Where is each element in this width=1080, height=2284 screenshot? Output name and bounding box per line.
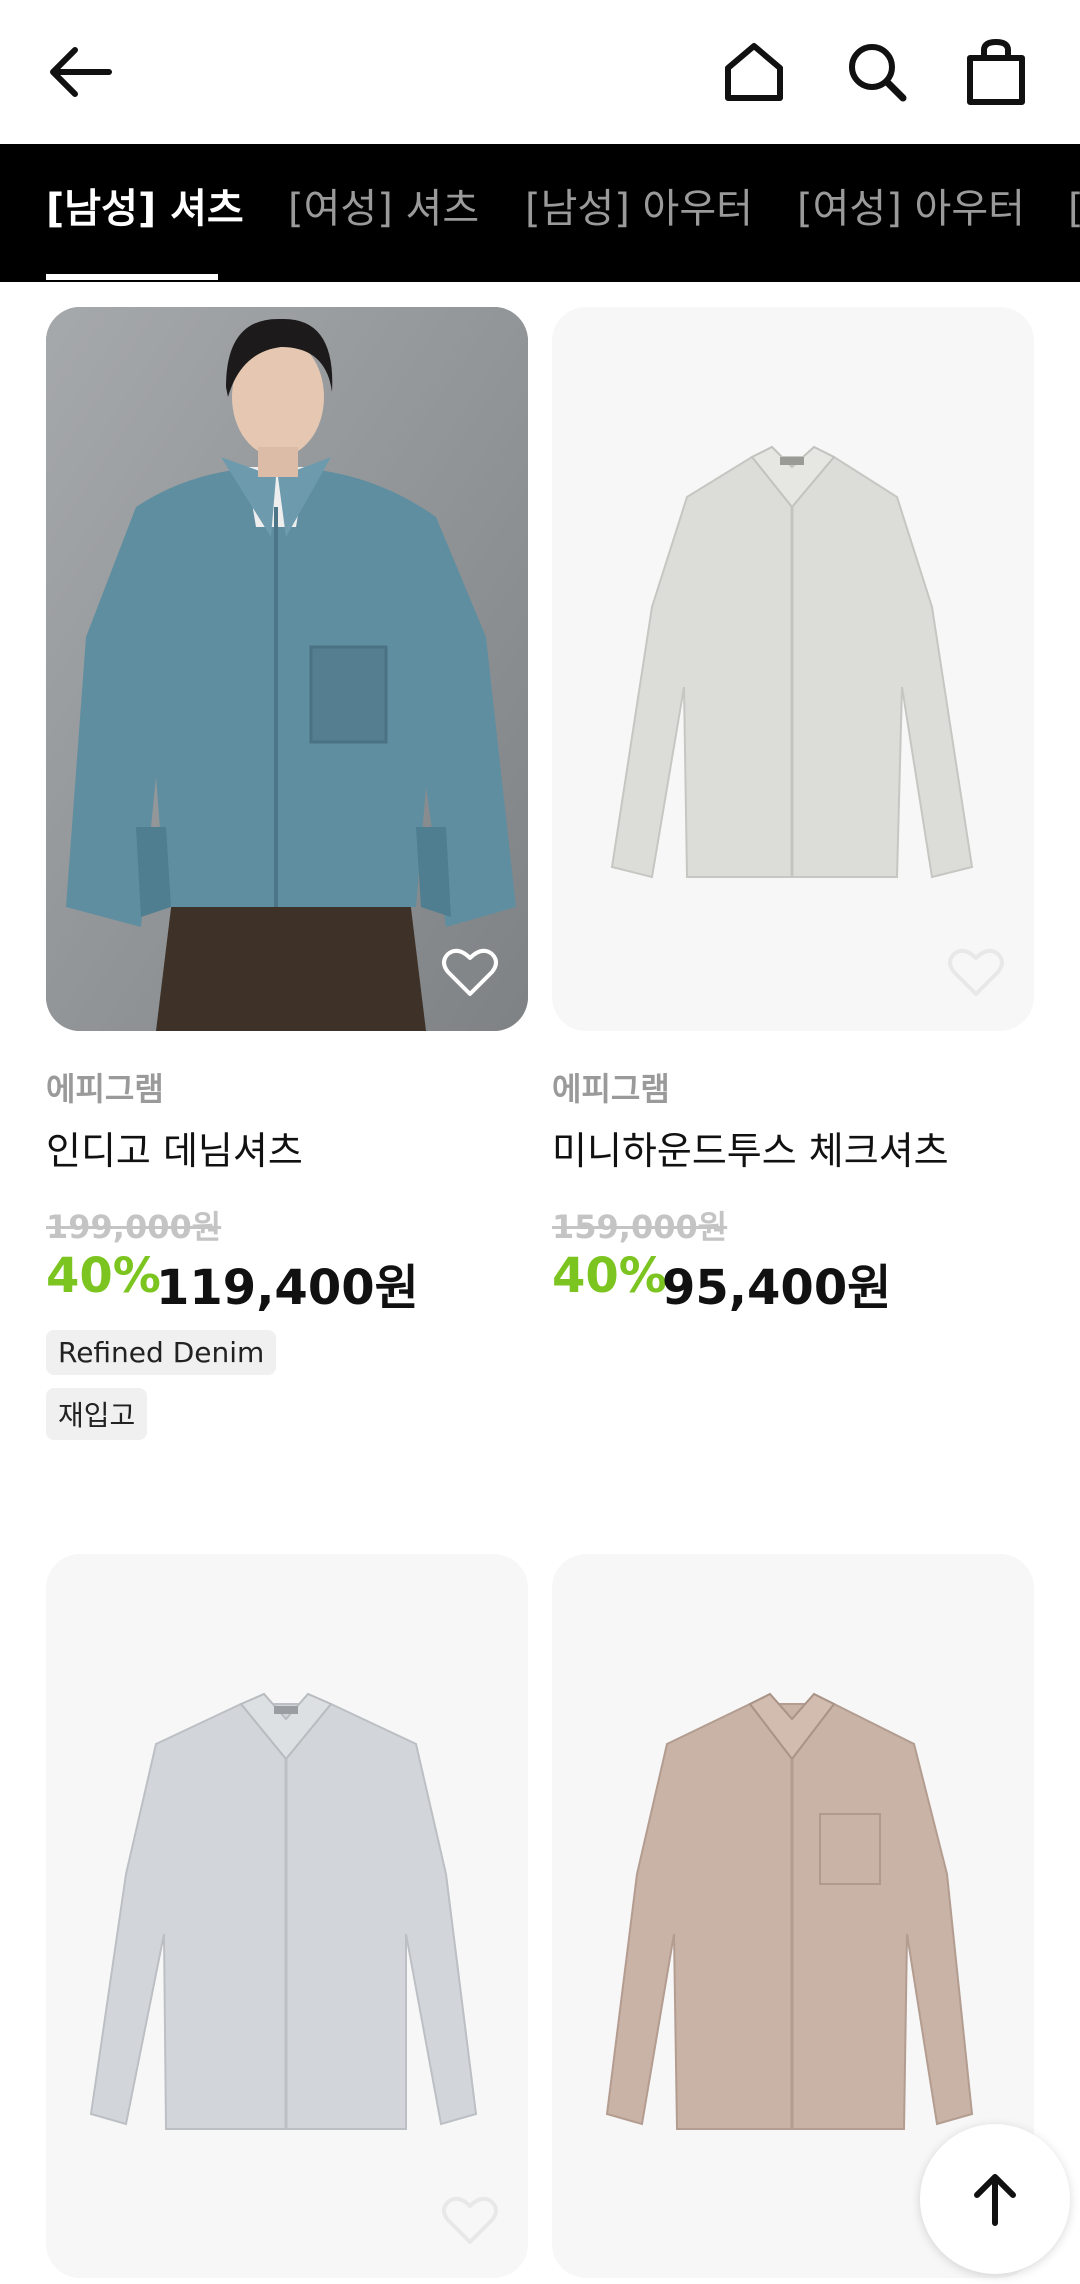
shopping-bag-icon xyxy=(967,38,1025,105)
category-tabs: [남성] 셔츠 [여성] 셔츠 [남성] 아우터 [여성] 아우터 [ xyxy=(0,144,1080,282)
original-price: 199,000원 xyxy=(46,1208,222,1246)
blue-grey-shirt-photo xyxy=(89,1692,478,2130)
product-brand: 에피그램 xyxy=(552,1070,670,1108)
wishlist-heart-icon[interactable] xyxy=(440,2190,500,2250)
wishlist-heart-icon[interactable] xyxy=(440,942,500,1002)
original-price: 159,000원 xyxy=(552,1208,728,1246)
arrow-up-icon xyxy=(974,2174,1016,2226)
discount-rate: 40% xyxy=(46,1248,161,1304)
product-tag: 재입고 xyxy=(46,1388,148,1440)
sale-price: 95,400원 xyxy=(662,1260,892,1316)
top-bar xyxy=(0,0,1080,144)
product-image[interactable] xyxy=(46,1554,528,2278)
home-icon xyxy=(725,43,783,101)
product-image[interactable] xyxy=(552,307,1034,1031)
product-brand: 에피그램 xyxy=(46,1070,164,1108)
product-name[interactable]: 인디고 데님셔츠 xyxy=(46,1120,303,1175)
back-button[interactable] xyxy=(40,32,120,112)
tab-next-partial[interactable]: [ xyxy=(1068,144,1080,282)
product-image[interactable] xyxy=(46,307,528,1031)
tab-women-shirts[interactable]: [여성] 셔츠 xyxy=(288,144,479,282)
product-name[interactable]: 미니하운드투스 체크셔츠 xyxy=(552,1120,949,1175)
discount-rate: 40% xyxy=(552,1248,667,1304)
search-icon xyxy=(849,44,907,102)
wishlist-heart-icon[interactable] xyxy=(946,942,1006,1002)
sale-price: 119,400원 xyxy=(156,1260,419,1316)
tab-men-shirts[interactable]: [남성] 셔츠 xyxy=(46,144,244,282)
arrow-left-icon xyxy=(50,47,112,97)
cart-button[interactable] xyxy=(956,32,1036,112)
denim-model-photo xyxy=(46,307,528,1031)
search-button[interactable] xyxy=(837,32,917,112)
scroll-to-top-button[interactable] xyxy=(920,2124,1070,2274)
home-button[interactable] xyxy=(714,32,794,112)
active-tab-indicator xyxy=(46,274,218,280)
tab-men-outer[interactable]: [남성] 아우터 xyxy=(525,144,753,282)
product-tag: Refined Denim xyxy=(46,1330,277,1375)
grey-shirt-photo xyxy=(610,445,974,879)
tab-women-outer[interactable]: [여성] 아우터 xyxy=(797,144,1025,282)
